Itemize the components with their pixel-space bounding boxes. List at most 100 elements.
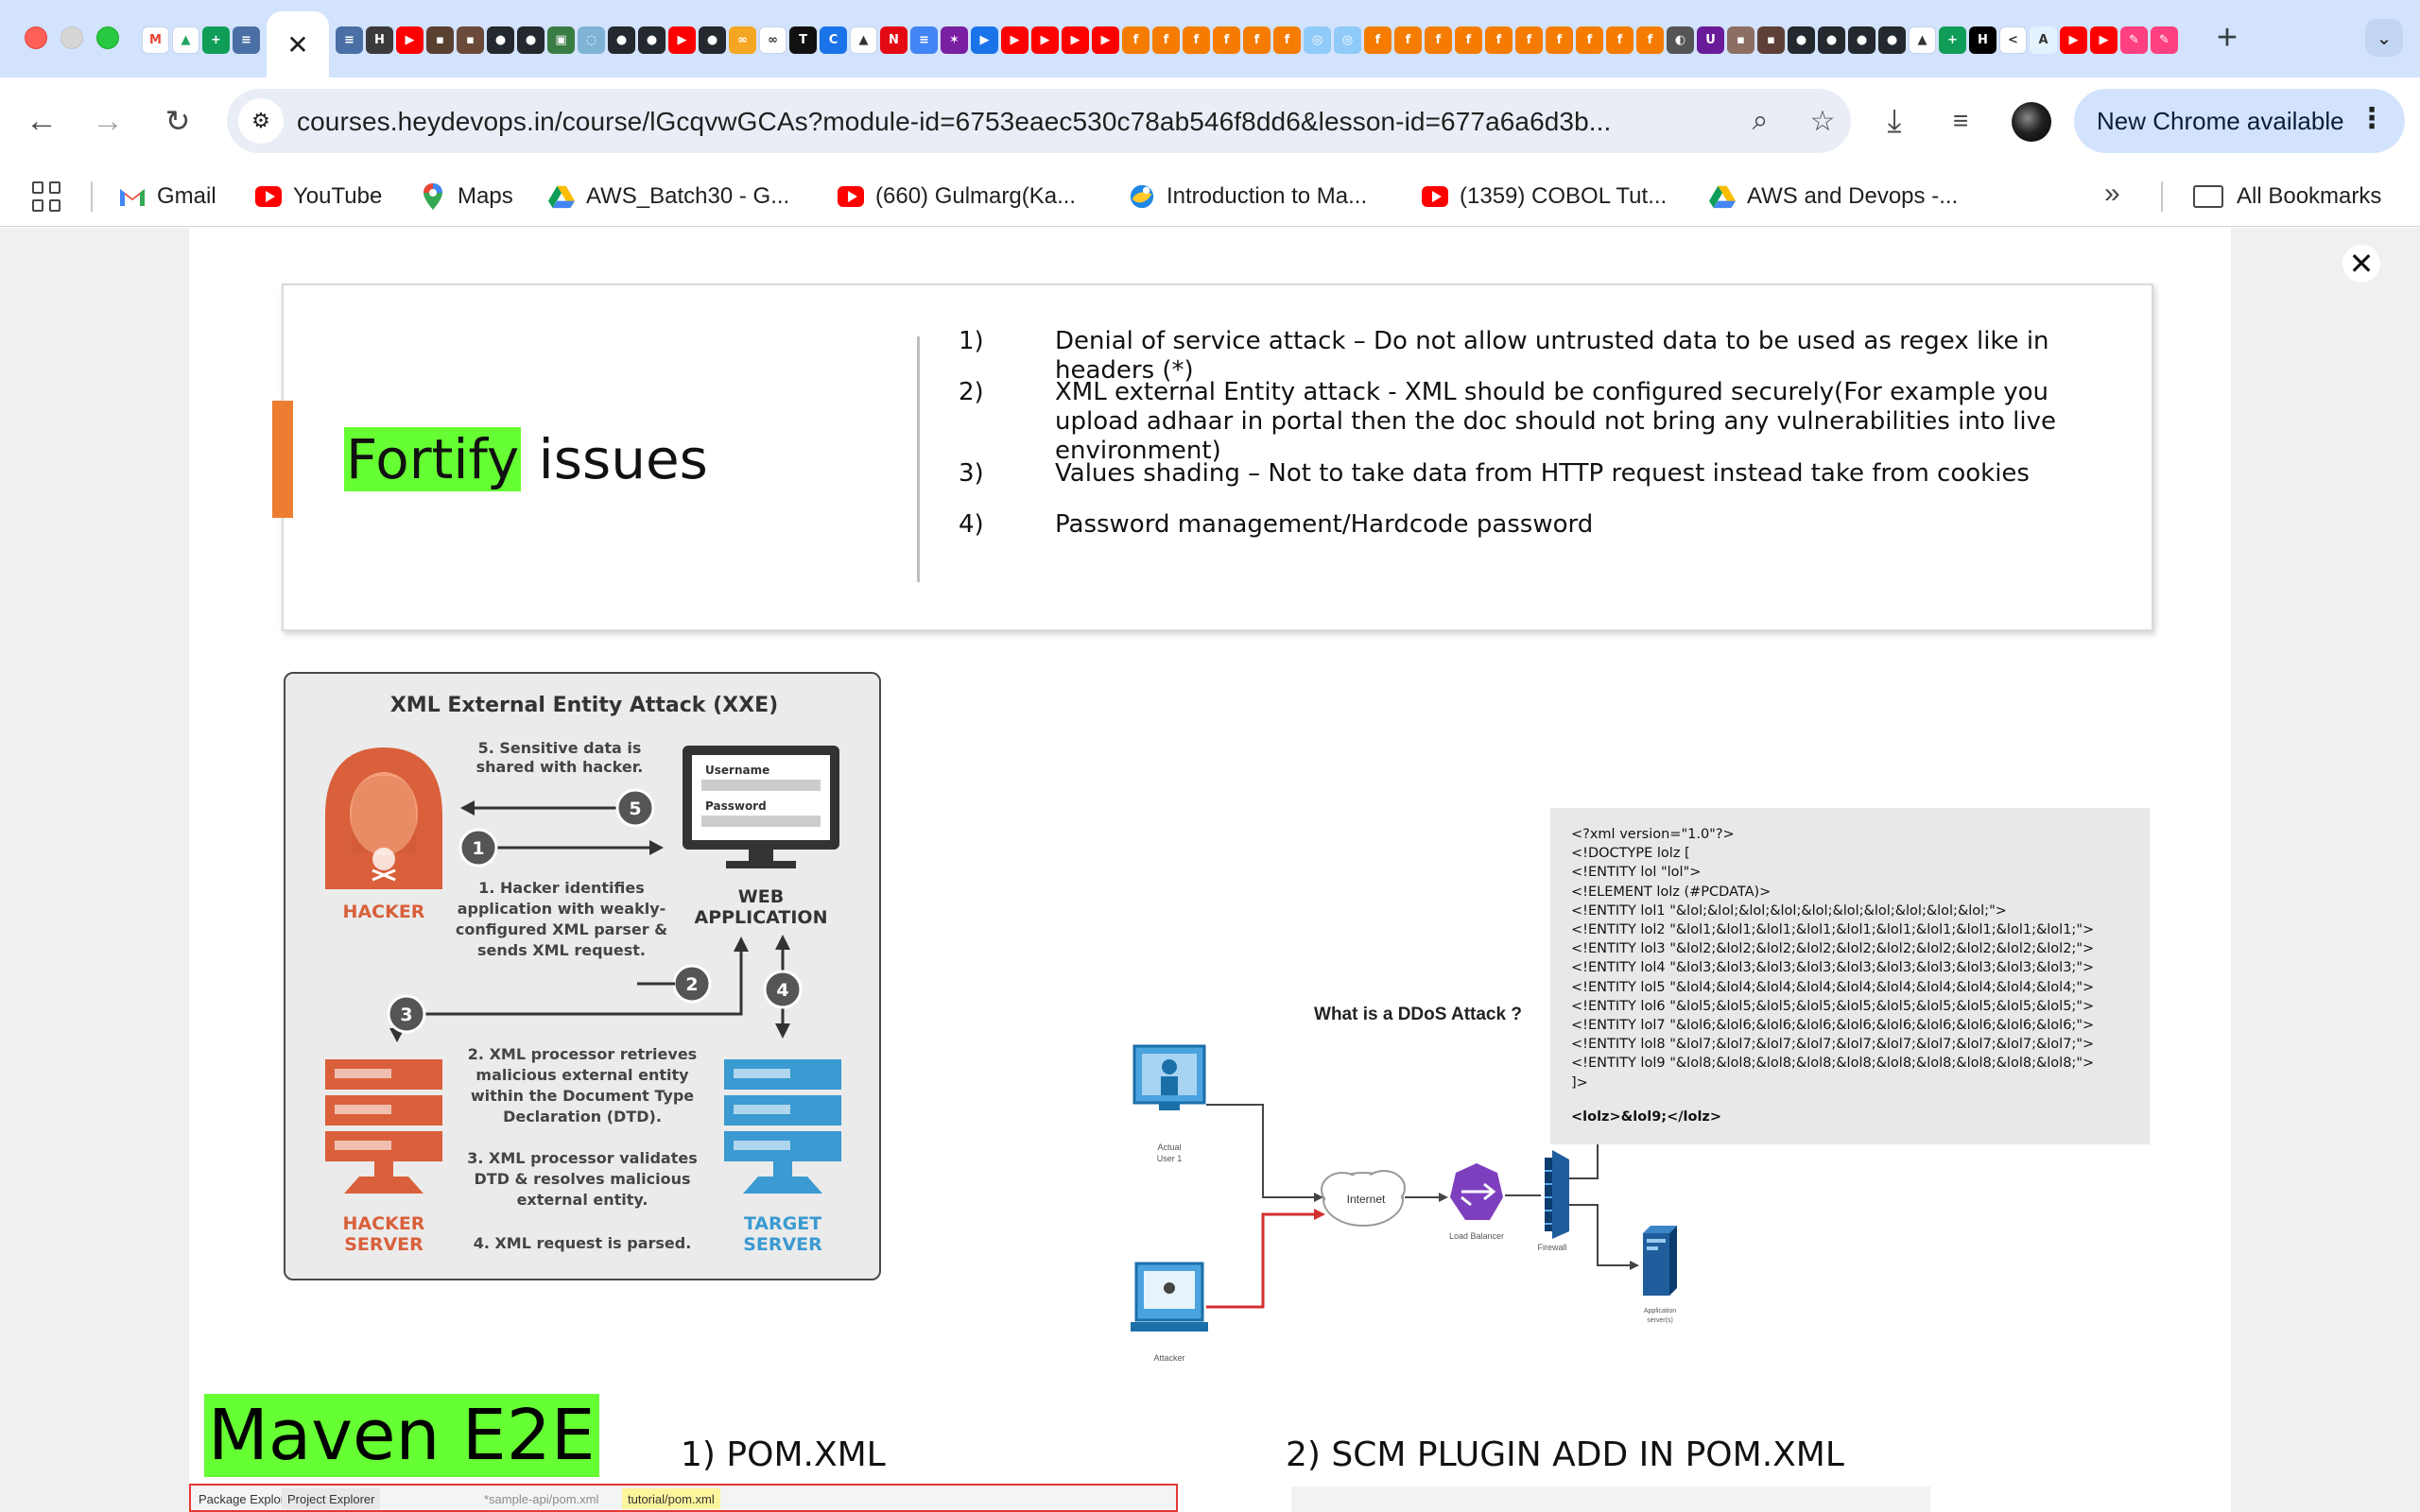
tab-favicon-icon[interactable]: < [1999, 26, 2027, 54]
tab-favicon-icon[interactable]: ● [1878, 26, 1906, 54]
tab-favicon-icon[interactable]: f [1152, 26, 1180, 54]
address-bar[interactable]: ⚙ courses.heydevops.in/course/lGcqvwGCAs… [227, 89, 1851, 153]
tab-favicon-icon[interactable]: ▶ [1001, 26, 1028, 54]
bookmark-star-button[interactable]: ☆ [1802, 100, 1843, 142]
bookmark-aws-devops[interactable]: AWS and Devops -... [1709, 178, 1958, 215]
tab-favicon-icon[interactable]: f [1425, 26, 1452, 54]
tab-favicon-icon[interactable]: f [1213, 26, 1240, 54]
reload-icon: ↻ [164, 104, 191, 138]
close-tab-icon[interactable]: ✕ [286, 29, 308, 60]
doc-favicon[interactable]: ≡ [233, 26, 260, 54]
forward-button[interactable]: → [85, 98, 130, 144]
window-close-button[interactable] [25, 26, 47, 49]
bookmark-gmail[interactable]: Gmail [119, 178, 216, 215]
tab-favicon-icon[interactable]: ◎ [1334, 26, 1361, 54]
tab-favicon-icon[interactable]: ▶ [1031, 26, 1059, 54]
tab-favicon-icon[interactable]: f [1243, 26, 1270, 54]
tab-favicon-icon[interactable]: ▶ [971, 26, 998, 54]
tab-favicon-icon[interactable]: ✎ [2151, 26, 2178, 54]
tab-favicon-icon[interactable]: ◎ [1304, 26, 1331, 54]
zoom-button[interactable]: ⌕ [1739, 100, 1781, 142]
tab-search-button[interactable]: ⌄ [2365, 19, 2403, 57]
tab-favicon-icon[interactable]: ● [1818, 26, 1845, 54]
tab-favicon-icon[interactable]: ▶ [396, 26, 424, 54]
active-tab[interactable]: ✕ [267, 11, 329, 77]
tab-favicon-icon[interactable]: U [1697, 26, 1724, 54]
tab-favicon-icon[interactable]: ▶ [668, 26, 696, 54]
tab-favicon-icon[interactable]: f [1394, 26, 1422, 54]
youtube-icon [255, 183, 282, 210]
tab-favicon-icon[interactable]: ▪ [1757, 26, 1785, 54]
new-tab-button[interactable]: + [2208, 19, 2246, 57]
tab-favicon-icon[interactable]: ≡ [336, 26, 363, 54]
tab-favicon-icon[interactable]: f [1122, 26, 1150, 54]
tab-favicon-icon[interactable]: ∞ [759, 26, 786, 54]
tab-favicon-icon[interactable]: ◌ [578, 26, 605, 54]
tab-favicon-icon[interactable]: ● [517, 26, 544, 54]
reload-button[interactable]: ↻ [155, 98, 200, 144]
bookmark-aws-batch30[interactable]: AWS_Batch30 - G... [548, 178, 789, 215]
bookmark-youtube[interactable]: YouTube [255, 178, 382, 215]
tab-favicon-icon[interactable]: ▶ [1062, 26, 1089, 54]
tab-favicon-icon[interactable]: ✶ [941, 26, 968, 54]
tab-favicon-icon[interactable]: H [1969, 26, 1996, 54]
window-maximize-button[interactable] [96, 26, 119, 49]
tab-favicon-icon[interactable]: ● [1788, 26, 1815, 54]
tab-favicon-icon[interactable]: ● [638, 26, 666, 54]
tab-favicon-icon[interactable]: N [880, 26, 908, 54]
tab-favicon-icon[interactable]: T [789, 26, 817, 54]
tab-favicon-icon[interactable]: ● [699, 26, 726, 54]
gmail-favicon[interactable]: M [142, 26, 169, 54]
bookmark-cobol[interactable]: (1359) COBOL Tut... [1422, 178, 1667, 215]
media-controls-button[interactable]: ≡ [1938, 98, 1983, 144]
tab-favicon-icon[interactable]: ▣ [547, 26, 575, 54]
drive-favicon[interactable]: ▲ [172, 26, 199, 54]
bookmark-gulmarg[interactable]: (660) Gulmarg(Ka... [838, 178, 1076, 215]
badge-4-label: 4 [776, 980, 788, 1001]
bookmark-maps[interactable]: Maps [420, 178, 513, 215]
tab-favicon-icon[interactable]: ◐ [1667, 26, 1694, 54]
tab-favicon-icon[interactable]: + [1939, 26, 1966, 54]
bookmarks-overflow-chevron-icon[interactable]: » [2104, 178, 2120, 210]
tab-favicon-icon[interactable]: H [366, 26, 393, 54]
all-bookmarks-button[interactable]: All Bookmarks [2193, 178, 2381, 215]
tab-favicon-icon[interactable]: f [1273, 26, 1301, 54]
downloads-button[interactable]: ⤓ [1872, 98, 1917, 144]
tab-favicon-icon[interactable]: f [1606, 26, 1634, 54]
tab-favicon-icon[interactable]: ▶ [1092, 26, 1119, 54]
tab-favicon-icon[interactable]: f [1576, 26, 1603, 54]
tab-favicon-icon[interactable]: f [1364, 26, 1392, 54]
url-text[interactable]: courses.heydevops.in/course/lGcqvwGCAs?m… [297, 107, 1611, 137]
bookmark-introduction[interactable]: Introduction to Ma... [1129, 178, 1367, 215]
profile-avatar[interactable] [2012, 102, 2051, 142]
tab-favicon-icon[interactable]: ▪ [457, 26, 484, 54]
close-viewer-button[interactable]: ✕ [2342, 245, 2380, 283]
tab-favicon-icon[interactable]: f [1485, 26, 1512, 54]
sheets-favicon[interactable]: + [202, 26, 230, 54]
apps-grid-icon[interactable] [32, 181, 62, 212]
tab-favicon-icon[interactable]: ✎ [2120, 26, 2148, 54]
tab-favicon-icon[interactable]: ▶ [2090, 26, 2118, 54]
tab-favicon-icon[interactable]: ▪ [1727, 26, 1754, 54]
tab-favicon-icon[interactable]: ▶ [2060, 26, 2087, 54]
tab-favicon-icon[interactable]: ▪ [426, 26, 454, 54]
tab-favicon-icon[interactable]: ▲ [1909, 26, 1936, 54]
tab-favicon-icon[interactable]: f [1546, 26, 1573, 54]
tab-favicon-icon[interactable]: f [1455, 26, 1482, 54]
new-chrome-available-button[interactable]: New Chrome available ⋮ [2074, 89, 2405, 153]
tab-favicon-icon[interactable]: f [1636, 26, 1664, 54]
tab-favicon-icon[interactable]: C [820, 26, 847, 54]
more-menu-icon[interactable]: ⋮ [2358, 102, 2386, 135]
tab-favicon-icon[interactable]: ∞ [729, 26, 756, 54]
tab-favicon-icon[interactable]: ● [487, 26, 514, 54]
tab-favicon-icon[interactable]: ≡ [910, 26, 938, 54]
tab-favicon-icon[interactable]: ● [1848, 26, 1876, 54]
back-button[interactable]: ← [19, 98, 64, 144]
tab-favicon-icon[interactable]: A [2030, 26, 2057, 54]
tab-favicon-icon[interactable]: ▲ [850, 26, 877, 54]
site-info-button[interactable]: ⚙ [238, 98, 284, 144]
tab-favicon-icon[interactable]: f [1515, 26, 1543, 54]
tab-favicon-icon[interactable]: ● [608, 26, 635, 54]
window-minimize-button[interactable] [60, 26, 83, 49]
tab-favicon-icon[interactable]: f [1183, 26, 1210, 54]
